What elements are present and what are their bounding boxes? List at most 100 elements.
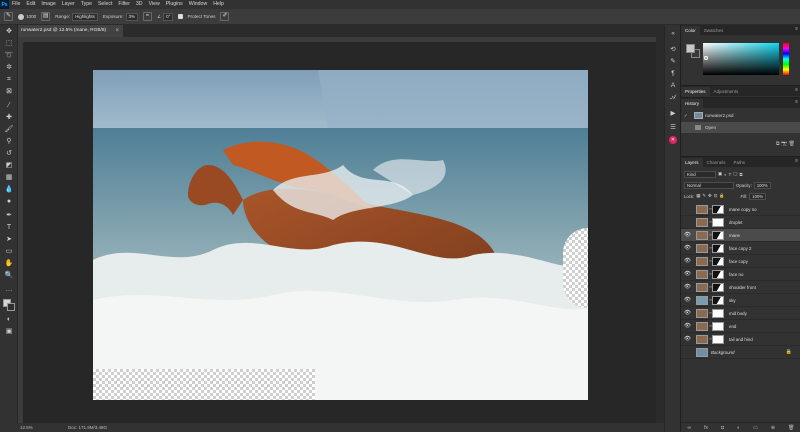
adobe-express-icon[interactable]: ✕	[668, 135, 678, 144]
layer-visibility-eye-icon[interactable]: 👁	[684, 271, 691, 278]
color-panel-menu-icon[interactable]: ≡	[795, 26, 798, 32]
vertical-scrollbar[interactable]	[656, 37, 664, 423]
tab-layers[interactable]: Layers	[681, 158, 703, 167]
filter-pixel-icon[interactable]: ▣	[718, 171, 722, 177]
layer-row[interactable]: 👁 ∞ face no	[681, 268, 800, 281]
clone-stamp-icon[interactable]: ⚲	[3, 137, 15, 147]
layer-row[interactable]: 👁 ∞ face copy	[681, 255, 800, 268]
close-tab-icon[interactable]: ×	[115, 25, 119, 37]
layer-kind-filter[interactable]: Kind	[684, 170, 716, 178]
document-size[interactable]: Doc: 171.9M/3.48G	[68, 423, 107, 432]
layer-visibility-eye-icon[interactable]: 👁	[684, 310, 691, 317]
layer-visibility-toggle[interactable]	[684, 219, 691, 226]
history-panel-menu-icon[interactable]: ≡	[795, 99, 798, 105]
layer-row[interactable]: 👁 ∞ shoulder front	[681, 281, 800, 294]
layer-visibility-eye-icon[interactable]: 👁	[684, 284, 691, 291]
layer-mask-thumbnail[interactable]	[712, 231, 724, 240]
menu-3d[interactable]: 3D	[133, 0, 146, 9]
hand-tool-icon[interactable]: ✋	[3, 259, 15, 269]
screen-mode-icon[interactable]: ▣	[3, 327, 15, 337]
rectangle-tool-icon[interactable]: ▭	[3, 247, 15, 257]
eyedropper-icon[interactable]: ⁄	[3, 101, 15, 111]
filter-shape-icon[interactable]: ▢	[733, 171, 737, 177]
layer-row[interactable]: ∞ droplet	[681, 216, 800, 229]
brush-settings-icon[interactable]: ▤	[41, 12, 51, 21]
layer-mask-thumbnail[interactable]	[712, 309, 724, 318]
gradient-tool-icon[interactable]: ▦	[3, 173, 15, 183]
lock-transparent-icon[interactable]: ▦	[696, 193, 700, 199]
lock-all-icon[interactable]: 🔒	[719, 193, 724, 199]
tab-color[interactable]: Color	[681, 26, 700, 35]
layer-style-icon[interactable]: fx	[704, 425, 708, 431]
protect-tones-checkbox[interactable]	[178, 14, 184, 19]
layer-row-background[interactable]: Background 🔒	[681, 346, 800, 359]
tab-history[interactable]: History	[681, 99, 704, 108]
brush-size-picker[interactable]: 1000	[18, 13, 36, 20]
opacity-input[interactable]: 100%	[753, 181, 771, 189]
airbrush-icon[interactable]: ≈	[143, 12, 153, 21]
blur-tool-icon[interactable]: 💧	[3, 185, 15, 195]
glyphs-icon[interactable]: 𝒜	[668, 93, 678, 102]
menu-help[interactable]: Help	[210, 0, 227, 9]
more-tools-icon[interactable]: …	[3, 285, 15, 295]
pressure-icon[interactable]: ✐	[220, 12, 230, 21]
path-selection-icon[interactable]: ➤	[3, 235, 15, 245]
lock-artboard-icon[interactable]: ⊡	[714, 193, 718, 199]
layer-row[interactable]: 👁 ∞ mid body	[681, 307, 800, 320]
new-layer-icon[interactable]: ⊕	[771, 425, 775, 431]
actions-icon[interactable]: ▶	[668, 109, 678, 118]
tab-adjustments[interactable]: Adjustments	[710, 87, 743, 96]
menu-plugins[interactable]: Plugins	[163, 0, 186, 9]
layer-row[interactable]: ∞ mane copy no	[681, 203, 800, 216]
burn-tool-preset-icon[interactable]: ✎	[4, 12, 13, 21]
type-tool-icon[interactable]: T	[3, 223, 15, 233]
menu-select[interactable]: Select	[95, 0, 115, 9]
layer-row[interactable]: 👁 ∞ sky	[681, 294, 800, 307]
color-picker-cursor[interactable]	[704, 56, 708, 60]
zoom-level[interactable]: 12.5%	[20, 423, 33, 432]
blend-mode-select[interactable]: Normal	[684, 181, 734, 189]
layer-mask-thumbnail[interactable]	[712, 296, 724, 305]
layer-visibility-toggle[interactable]	[684, 206, 691, 213]
magic-wand-icon[interactable]: ✲	[3, 63, 15, 73]
layer-visibility-eye-icon[interactable]: 👁	[684, 232, 691, 239]
filter-smart-icon[interactable]: ⧉	[739, 172, 742, 177]
layer-mask-thumbnail[interactable]	[712, 244, 724, 253]
layers-panel-menu-icon[interactable]: ≡	[795, 158, 798, 164]
paragraph-icon[interactable]: ¶	[668, 69, 678, 78]
color-picker-field[interactable]	[703, 43, 779, 75]
libraries-icon[interactable]: ☰	[668, 123, 678, 132]
crop-tool-icon[interactable]: ⌗	[3, 75, 15, 85]
layer-row[interactable]: 👁 ∞ face copy 2	[681, 242, 800, 255]
new-document-from-state-icon[interactable]: ⧉	[776, 141, 780, 147]
marquee-tool-icon[interactable]: ⬚	[3, 39, 15, 49]
brush-settings-panel-icon[interactable]: ✎	[668, 57, 678, 66]
menu-layer[interactable]: Layer	[59, 0, 78, 9]
exposure-input[interactable]: 3%	[125, 12, 139, 21]
layer-mask-thumbnail[interactable]	[712, 283, 724, 292]
healing-brush-icon[interactable]: ✚	[3, 113, 15, 123]
layer-row-selected[interactable]: 👁 ∞ mane	[681, 229, 800, 242]
new-group-icon[interactable]: ▭	[753, 425, 758, 431]
move-tool-icon[interactable]: ✥	[3, 27, 15, 37]
layer-mask-thumbnail[interactable]	[712, 270, 724, 279]
layer-row[interactable]: 👁 ∞ tail and hind	[681, 333, 800, 346]
angle-input[interactable]: 0°	[163, 12, 174, 21]
properties-panel-menu-icon[interactable]: ≡	[795, 87, 798, 93]
layer-visibility-toggle[interactable]	[684, 349, 691, 356]
menu-filter[interactable]: Filter	[115, 0, 133, 9]
brush-tool-icon[interactable]: 🖌	[3, 125, 15, 135]
layer-visibility-eye-icon[interactable]: 👁	[684, 297, 691, 304]
range-select[interactable]: Highlights	[72, 12, 98, 21]
hue-slider[interactable]	[783, 43, 789, 75]
history-source-brush-icon[interactable]: ✓	[684, 110, 688, 121]
menu-edit[interactable]: Edit	[23, 0, 38, 9]
history-step[interactable]: Open	[681, 122, 800, 133]
layer-visibility-eye-icon[interactable]: 👁	[684, 336, 691, 343]
layer-mask-thumbnail[interactable]	[712, 205, 724, 214]
layer-visibility-eye-icon[interactable]: 👁	[684, 245, 691, 252]
canvas-workspace[interactable]	[24, 43, 656, 423]
lock-position-icon[interactable]: ✥	[708, 193, 712, 199]
document-tab[interactable]: runwater2.psd @ 12.5% (mane, RGB/8) ×	[18, 25, 123, 37]
frame-tool-icon[interactable]: ⊠	[3, 87, 15, 97]
